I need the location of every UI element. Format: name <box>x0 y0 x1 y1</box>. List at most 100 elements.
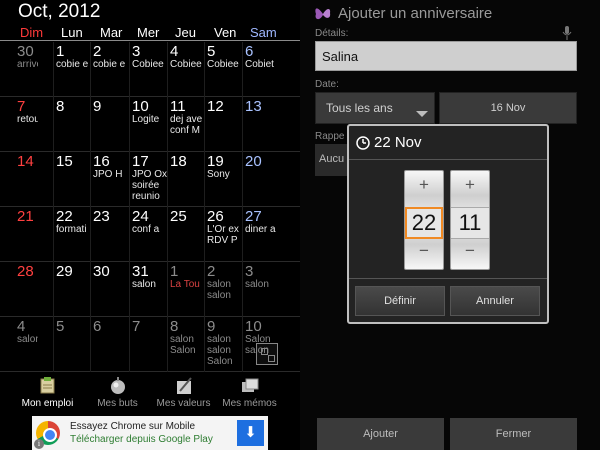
day-cell[interactable]: 24 conf a <box>129 207 167 262</box>
nav-label: Mes valeurs <box>156 398 211 409</box>
close-button[interactable]: Fermer <box>450 418 577 450</box>
day-cell[interactable]: 8 salon Salon <box>167 317 204 372</box>
event-label[interactable]: JPO H <box>93 169 129 180</box>
day-cell[interactable]: 23 <box>90 207 129 262</box>
grid-view-icon[interactable] <box>256 343 278 365</box>
day-cell[interactable]: 9 <box>90 97 129 152</box>
day-cell[interactable]: 6 Cobiet <box>242 42 290 97</box>
event-label[interactable]: conf a <box>132 224 167 235</box>
event-label[interactable]: retour <box>17 114 38 125</box>
day-cell[interactable]: 2 cobie e <box>90 42 129 97</box>
month-increment-button[interactable]: + <box>451 175 489 195</box>
add-button[interactable]: Ajouter <box>317 418 444 450</box>
day-number: 30 <box>17 43 34 60</box>
date-button[interactable]: 16 Nov <box>439 92 577 124</box>
set-button[interactable]: Définir <box>355 286 445 316</box>
event-label[interactable]: conf M <box>170 125 204 136</box>
month-title[interactable]: Oct, 2012 <box>18 1 100 23</box>
event-label[interactable]: salon <box>207 345 242 356</box>
day-cell[interactable]: 4salon <box>0 317 38 372</box>
day-cell[interactable]: 3 salon <box>242 262 290 317</box>
event-label[interactable]: reunio <box>132 191 167 202</box>
day-cell[interactable]: 17 JPO Ox soirée reunio <box>129 152 167 207</box>
month-decrement-button[interactable]: − <box>451 241 489 261</box>
microphone-icon[interactable] <box>562 26 572 40</box>
event-label[interactable]: cobie e <box>56 59 90 70</box>
event-label[interactable]: arrivée <box>17 59 38 70</box>
nav-item-values[interactable]: Mes valeurs <box>146 372 221 416</box>
event-label[interactable]: RDV P <box>207 235 242 246</box>
day-cell[interactable]: 7retour <box>0 97 38 152</box>
day-cell[interactable]: 30arrivée <box>0 42 38 97</box>
event-label[interactable]: La Tou <box>170 279 204 290</box>
event-label[interactable]: Cobiee <box>207 59 242 70</box>
ad-info-icon[interactable]: i <box>34 439 44 449</box>
day-cell[interactable]: 13 <box>242 97 290 152</box>
day-cell[interactable]: 27 diner a <box>242 207 290 262</box>
event-label[interactable]: salon <box>207 290 242 301</box>
day-decrement-button[interactable]: − <box>405 241 443 261</box>
day-cell[interactable]: 5 Cobiee <box>204 42 242 97</box>
event-label[interactable]: salon <box>207 334 242 345</box>
day-cell[interactable]: 5 <box>53 317 90 372</box>
day-cell[interactable]: 19 Sony <box>204 152 242 207</box>
day-cell[interactable]: 14 <box>0 152 38 207</box>
event-label[interactable]: Cobiet <box>245 59 290 70</box>
event-label[interactable]: Cobiee <box>132 59 167 70</box>
day-cell[interactable]: 28 <box>0 262 38 317</box>
day-cell[interactable]: 15 <box>53 152 90 207</box>
repeat-select[interactable]: Tous les ans <box>315 92 435 124</box>
dialog-title: 22 Nov <box>374 134 422 151</box>
day-number: 17 <box>132 153 149 170</box>
event-label[interactable]: soirée <box>132 180 167 191</box>
day-cell[interactable]: 30 <box>90 262 129 317</box>
day-cell[interactable]: 25 <box>167 207 204 262</box>
event-label[interactable]: L'Or ex <box>207 224 242 235</box>
day-cell[interactable]: 9 salon salon Salon <box>204 317 242 372</box>
day-cell[interactable]: 7 <box>129 317 167 372</box>
day-cell[interactable]: 10 Logite <box>129 97 167 152</box>
month-value-field[interactable]: 11 <box>451 207 489 239</box>
event-label[interactable]: Cobiee <box>170 59 204 70</box>
event-label[interactable]: Sony <box>207 169 242 180</box>
day-cell[interactable]: 16 JPO H <box>90 152 129 207</box>
day-cell[interactable]: 22 formati <box>53 207 90 262</box>
day-cell[interactable]: 18 <box>167 152 204 207</box>
event-label[interactable]: salon <box>132 279 167 290</box>
event-label[interactable]: salon <box>17 334 38 345</box>
day-cell[interactable]: 4 Cobiee <box>167 42 204 97</box>
day-cell[interactable]: 26 L'Or ex RDV P <box>204 207 242 262</box>
day-cell[interactable]: 3 Cobiee <box>129 42 167 97</box>
event-label[interactable]: cobie e <box>93 59 129 70</box>
nav-item-memos[interactable]: Mes mémos <box>212 372 287 416</box>
day-cell[interactable]: 29 <box>53 262 90 317</box>
event-label[interactable]: Salon <box>207 356 242 367</box>
day-cell[interactable]: 1 cobie e <box>53 42 90 97</box>
day-increment-button[interactable]: + <box>405 175 443 195</box>
ad-banner[interactable]: Essayez Chrome sur Mobile Télécharger de… <box>32 416 268 450</box>
day-cell[interactable]: 2 salon salon <box>204 262 242 317</box>
nav-item-goals[interactable]: Mes buts <box>80 372 155 416</box>
details-input[interactable]: Salina <box>315 41 577 71</box>
event-label[interactable]: salon <box>207 279 242 290</box>
day-cell[interactable]: 8 <box>53 97 90 152</box>
event-label[interactable]: salon <box>170 334 204 345</box>
event-label[interactable]: Logite <box>132 114 167 125</box>
event-label[interactable]: diner a <box>245 224 290 235</box>
nav-item-schedule[interactable]: Mon emploi <box>10 372 85 416</box>
day-cell[interactable]: 20 <box>242 152 290 207</box>
event-label[interactable]: JPO Ox <box>132 169 167 180</box>
download-icon[interactable]: ⬇ <box>237 420 264 446</box>
day-cell[interactable]: 31 salon <box>129 262 167 317</box>
event-label[interactable]: Salon <box>170 345 204 356</box>
event-label[interactable]: dej ave <box>170 114 204 125</box>
day-value-field[interactable]: 22 <box>405 207 443 239</box>
day-cell[interactable]: 6 <box>90 317 129 372</box>
day-cell[interactable]: 21 <box>0 207 38 262</box>
event-label[interactable]: formati <box>56 224 90 235</box>
cancel-button[interactable]: Annuler <box>450 286 540 316</box>
day-cell[interactable]: 1 La Tou <box>167 262 204 317</box>
day-cell[interactable]: 12 <box>204 97 242 152</box>
event-label[interactable]: salon <box>245 279 290 290</box>
day-cell[interactable]: 11 dej ave conf M <box>167 97 204 152</box>
